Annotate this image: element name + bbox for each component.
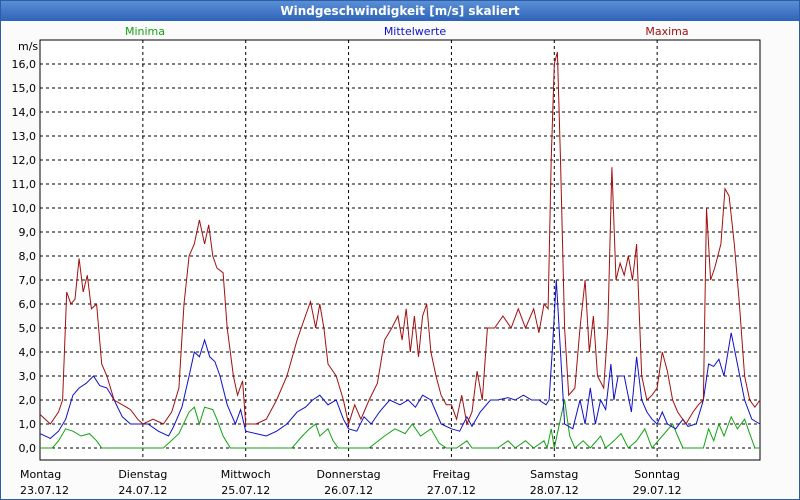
x-tick-day-label: Freitag [433, 468, 471, 481]
legend: Minima Mittelwerte Maxima [125, 25, 689, 38]
y-tick-label: 5,0 [19, 322, 37, 335]
y-tick-label: 7,0 [19, 274, 37, 287]
wind-speed-chart: 0,0 1,0 2,0 3,0 4,0 5,0 6,0 7,0 8,0 9,0 10,0 11,0 12… [12, 25, 761, 497]
x-tick-date-label: 24.07.12 [118, 484, 167, 497]
x-tick-date-label: 25.07.12 [221, 484, 270, 497]
y-tick-label: 2,0 [19, 394, 37, 407]
x-axis: Montag 23.07.12 Dienstag 24.07.12 Mittwoch 25… [20, 468, 682, 497]
y-tick-label: 3,0 [19, 370, 37, 383]
x-tick-day-label: Mittwoch [221, 468, 271, 481]
x-tick-date-label: 27.07.12 [427, 484, 476, 497]
legend-item-minima: Minima [125, 25, 165, 38]
x-tick-day-label: Samstag [530, 468, 578, 481]
y-tick-label: 16,0 [12, 58, 37, 71]
y-tick-label: 4,0 [19, 346, 37, 359]
x-tick-day-label: Donnerstag [316, 468, 380, 481]
y-tick-label: 9,0 [19, 226, 37, 239]
x-tick-date-label: 28.07.12 [530, 484, 579, 497]
y-tick-label: 13,0 [12, 130, 37, 143]
x-tick-day-label: Sonntag [634, 468, 680, 481]
x-tick-date-label: 29.07.12 [633, 484, 682, 497]
y-tick-label: 14,0 [12, 106, 37, 119]
y-tick-label: 0,0 [19, 442, 37, 455]
x-tick-day-label: Dienstag [118, 468, 167, 481]
y-axis-label: m/s [18, 40, 38, 53]
y-tick-label: 10,0 [12, 202, 37, 215]
y-tick-label: 12,0 [12, 154, 37, 167]
legend-item-mittelwerte: Mittelwerte [384, 25, 447, 38]
y-tick-label: 1,0 [19, 418, 37, 431]
x-tick-day-label: Montag [20, 468, 61, 481]
y-tick-label: 11,0 [12, 178, 37, 191]
y-tick-label: 6,0 [19, 298, 37, 311]
y-axis: 0,0 1,0 2,0 3,0 4,0 5,0 6,0 7,0 8,0 9,0 10,0 11,0 12… [12, 58, 37, 455]
legend-item-maxima: Maxima [645, 25, 688, 38]
y-tick-label: 15,0 [12, 82, 37, 95]
plot-area [39, 39, 761, 461]
x-tick-date-label: 26.07.12 [324, 484, 373, 497]
x-tick-date-label: 23.07.12 [20, 484, 69, 497]
y-tick-label: 8,0 [19, 250, 37, 263]
